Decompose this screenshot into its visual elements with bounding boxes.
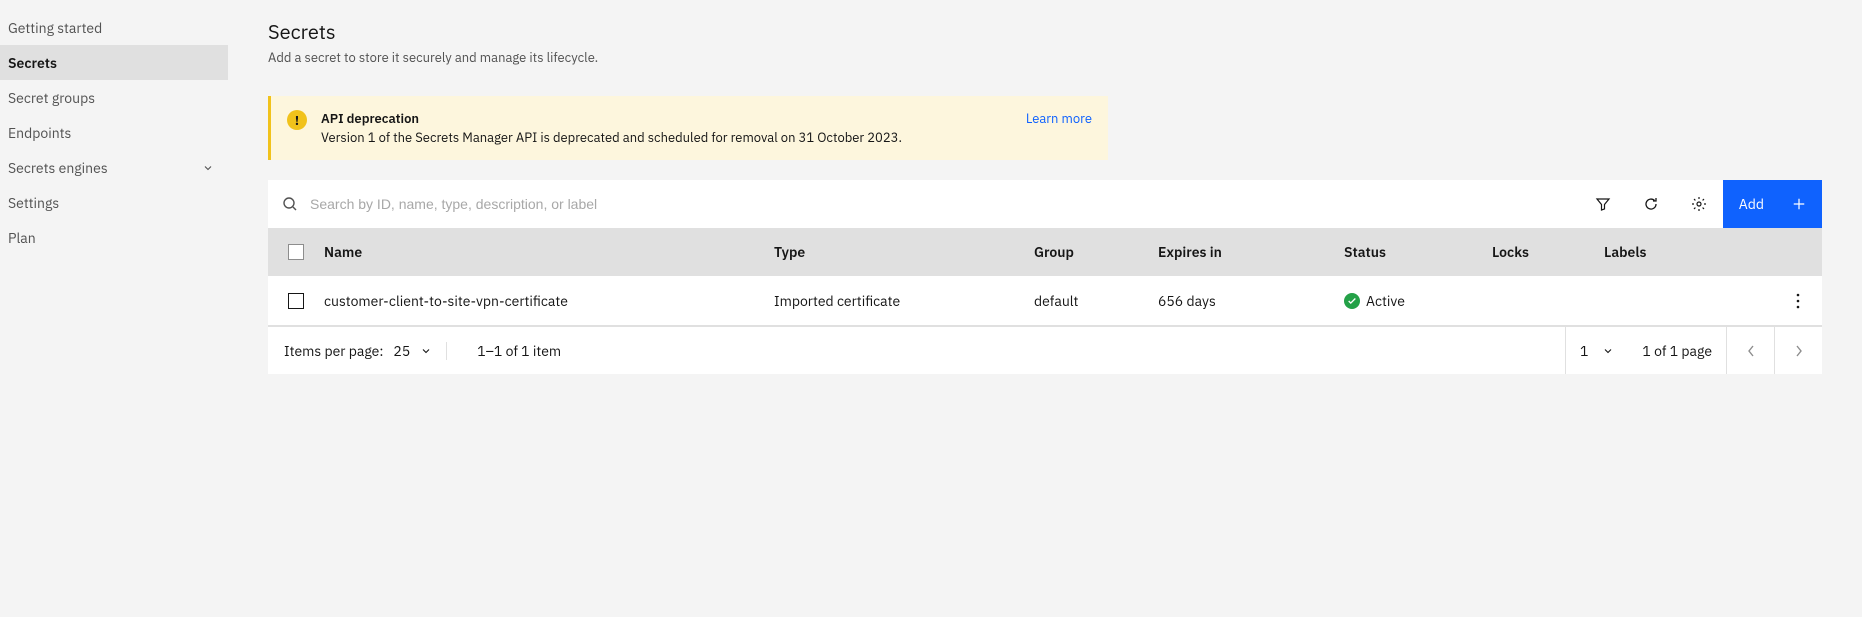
column-expires[interactable]: Expires in	[1158, 243, 1344, 261]
pagination: Items per page: 25 1–1 of 1 item 1 1 of …	[268, 326, 1822, 374]
chevron-down-icon	[1602, 345, 1614, 357]
select-all-checkbox[interactable]	[288, 244, 304, 260]
overflow-menu-icon	[1796, 293, 1800, 309]
row-overflow-menu[interactable]	[1774, 293, 1822, 309]
items-per-page-label: Items per page:	[284, 342, 383, 360]
sidebar-item-label: Settings	[8, 194, 59, 212]
row-checkbox[interactable]	[288, 293, 304, 309]
sidebar-item-getting-started[interactable]: Getting started	[0, 10, 228, 45]
column-labels[interactable]: Labels	[1604, 243, 1774, 261]
search-icon	[282, 196, 298, 212]
cell-group: default	[1034, 292, 1158, 310]
sidebar-item-label: Secrets	[8, 54, 57, 72]
gear-icon	[1691, 196, 1707, 212]
pagination-range: 1–1 of 1 item	[461, 342, 561, 360]
chevron-down-icon	[420, 345, 432, 357]
page-count-text: 1 of 1 page	[1628, 342, 1726, 360]
main-content: Secrets Add a secret to store it securel…	[228, 0, 1862, 617]
checkmark-filled-icon	[1344, 293, 1360, 309]
add-button-label: Add	[1739, 195, 1764, 213]
column-locks[interactable]: Locks	[1492, 243, 1604, 261]
prev-page-button[interactable]	[1726, 327, 1774, 374]
page-title: Secrets	[268, 18, 1822, 45]
learn-more-link[interactable]: Learn more	[1026, 110, 1092, 127]
cell-type: Imported certificate	[774, 292, 1034, 310]
sidebar-item-plan[interactable]: Plan	[0, 220, 228, 255]
notification-body: Version 1 of the Secrets Manager API is …	[321, 129, 986, 146]
chevron-down-icon	[202, 162, 214, 174]
column-type[interactable]: Type	[774, 243, 1034, 261]
items-per-page-select[interactable]: 25	[393, 342, 432, 360]
status-text: Active	[1366, 292, 1405, 310]
sidebar-item-label: Secrets engines	[8, 159, 108, 177]
table-toolbar: Add	[268, 180, 1822, 228]
table-row[interactable]: customer-client-to-site-vpn-certificate …	[268, 276, 1822, 326]
filter-icon	[1595, 196, 1611, 212]
page-subtitle: Add a secret to store it securely and ma…	[268, 49, 1822, 66]
settings-button[interactable]	[1675, 180, 1723, 228]
sidebar-item-secrets-engines[interactable]: Secrets engines	[0, 150, 228, 185]
sidebar-item-endpoints[interactable]: Endpoints	[0, 115, 228, 150]
refresh-icon	[1643, 196, 1659, 212]
sidebar-item-label: Plan	[8, 229, 36, 247]
caret-left-icon	[1747, 345, 1755, 357]
table-header: Name Type Group Expires in Status Locks …	[268, 228, 1822, 276]
column-group[interactable]: Group	[1034, 243, 1158, 261]
refresh-button[interactable]	[1627, 180, 1675, 228]
deprecation-notification: ! API deprecation Version 1 of the Secre…	[268, 96, 1108, 160]
warning-icon: !	[287, 110, 307, 130]
column-name[interactable]: Name	[324, 243, 774, 261]
sidebar-item-label: Secret groups	[8, 89, 95, 107]
sidebar-item-secrets[interactable]: Secrets	[0, 45, 228, 80]
sidebar-item-label: Getting started	[8, 19, 102, 37]
next-page-button[interactable]	[1774, 327, 1822, 374]
filter-button[interactable]	[1579, 180, 1627, 228]
cell-name: customer-client-to-site-vpn-certificate	[324, 292, 774, 310]
notification-title: API deprecation	[321, 110, 986, 127]
add-button[interactable]: Add	[1723, 180, 1822, 228]
sidebar-item-label: Endpoints	[8, 124, 71, 142]
search-input[interactable]	[310, 196, 1579, 212]
cell-expires: 656 days	[1158, 292, 1344, 310]
sidebar-item-secret-groups[interactable]: Secret groups	[0, 80, 228, 115]
column-status[interactable]: Status	[1344, 243, 1492, 261]
sidebar-item-settings[interactable]: Settings	[0, 185, 228, 220]
cell-status: Active	[1344, 292, 1492, 310]
plus-icon	[1792, 197, 1806, 211]
caret-right-icon	[1795, 345, 1803, 357]
page-select[interactable]: 1	[1565, 327, 1628, 374]
sidebar: Getting started Secrets Secret groups En…	[0, 0, 228, 617]
